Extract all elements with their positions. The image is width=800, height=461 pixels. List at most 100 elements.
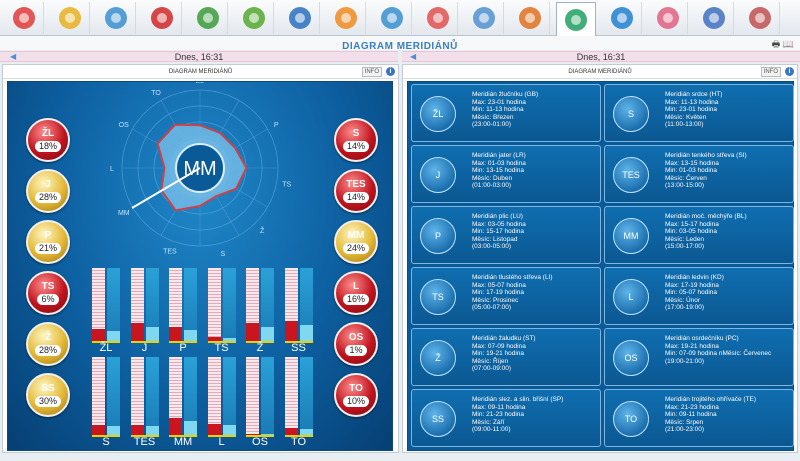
meridian-badge-right[interactable]: TO 10% bbox=[334, 373, 378, 417]
meridian-card-line: Max: 21-23 hodina bbox=[665, 403, 719, 411]
energy-bar-red-fill bbox=[207, 424, 221, 435]
statistics-tool-button[interactable] bbox=[694, 2, 734, 34]
meridian-card[interactable]: S Meridián srdce (HT) Max: 11-13 hodina Min… bbox=[604, 84, 794, 142]
meridian-badge-left[interactable]: J 28% bbox=[26, 169, 70, 213]
meridian-card-text: Meridián tlustého střeva (LI) Max: 05-07 … bbox=[472, 274, 553, 312]
heart-icon bbox=[12, 7, 35, 29]
meridian-card-line: Meridián ledvin (KD) bbox=[665, 274, 724, 281]
app-window: DIAGRAM MERIDIÁNŮ 🖶 📖 ◀ Dnes, 16:31 ◀ Dn… bbox=[0, 0, 800, 461]
meridian-card-line: Meridián žlučníku (GB) bbox=[472, 91, 539, 98]
print-icon[interactable]: 🖶 bbox=[772, 39, 781, 49]
meridian-card-text: Meridián plic (LU) Max: 03-05 hodina Min: … bbox=[472, 213, 526, 251]
badge-tool-button[interactable] bbox=[740, 2, 780, 34]
pie-chart-icon bbox=[334, 7, 357, 29]
badge-percent: 21% bbox=[34, 243, 61, 254]
meridian-card-line: Max: 17-19 hodina bbox=[665, 281, 719, 289]
meridian-card[interactable]: MM Meridián moč. měchýře (BL) Max: 15-17 h… bbox=[604, 206, 794, 264]
meridian-card-line: Měsíc: Duben bbox=[472, 174, 513, 182]
meridian-card[interactable]: TS Meridián tlustého střeva (LI) Max: 05-0… bbox=[411, 267, 601, 325]
bottom-bar-pair bbox=[284, 357, 315, 437]
meridian-card[interactable]: ŽL Meridián žlučníku (GB) Max: 23-01 hodin… bbox=[411, 84, 601, 142]
meridian-card-line: Meridián jater (LR) bbox=[472, 152, 526, 159]
om-tool-button[interactable] bbox=[510, 2, 550, 34]
bar-chart-icon bbox=[150, 7, 173, 29]
meridian-badge-right[interactable]: TES 14% bbox=[334, 169, 378, 213]
diagram-area: MMŽLPTSŽSTESMMLOSTO ŽL18%J28%P21%TS6%Ž28… bbox=[7, 81, 393, 451]
wheel-label: TO bbox=[151, 90, 161, 97]
meridian-card-line: Max: 23-01 hodina bbox=[472, 98, 526, 106]
bar-label: OS bbox=[252, 436, 268, 448]
meridian-badge-left[interactable]: ŽL 18% bbox=[26, 118, 70, 162]
badge-percent: 28% bbox=[34, 192, 61, 203]
meridian-card[interactable]: OS Meridián osrdečníku (PC) Max: 19-21 hod… bbox=[604, 328, 794, 386]
bar-label: Ž bbox=[256, 342, 264, 354]
meridian-card-line: Měsíc: Září bbox=[472, 418, 505, 426]
badge-percent: 16% bbox=[342, 294, 369, 305]
energy-bar-blue bbox=[299, 357, 313, 435]
meridian-badge-left[interactable]: SS 30% bbox=[26, 373, 70, 417]
sun-tool-button[interactable] bbox=[50, 2, 90, 34]
meridian-card-text: Meridián ledvin (KD) Max: 17-19 hodina Min… bbox=[665, 274, 724, 312]
energy-bar-blue bbox=[184, 268, 197, 341]
meridian-badge-right[interactable]: MM 24% bbox=[334, 220, 378, 264]
arrow-right-icon[interactable]: ◀ bbox=[410, 52, 416, 62]
bar-label: TO bbox=[290, 436, 307, 448]
meridian-badge-left[interactable]: TS 6% bbox=[26, 271, 70, 315]
book-icon[interactable]: 📖 bbox=[783, 39, 794, 49]
panel-header: DIAGRAM MERIDIÁNŮ INFO i bbox=[3, 65, 398, 79]
meridian-card-line: Meridián tlustého střeva (LI) bbox=[472, 274, 553, 281]
badge-percent: 18% bbox=[34, 141, 61, 152]
pie-chart-tool-button[interactable] bbox=[326, 2, 366, 34]
badge-percent: 24% bbox=[342, 243, 369, 254]
meridian-badge-left[interactable]: Ž 28% bbox=[26, 322, 70, 366]
wheel-label: OS bbox=[119, 122, 129, 129]
meridian-card[interactable]: TES Meridián tenkého střeva (SI) Max: 13-1… bbox=[604, 145, 794, 203]
head-tool-button[interactable] bbox=[464, 2, 504, 34]
wave-tool-button[interactable] bbox=[372, 2, 412, 34]
meridian-card-line: Meridián slez. a slin. břišní (SP) bbox=[472, 396, 564, 403]
star-tool-button[interactable] bbox=[602, 2, 642, 34]
meridian-badge-right[interactable]: L 16% bbox=[334, 271, 378, 315]
meridian-card-line: Min: 23-01 hodina bbox=[665, 106, 718, 114]
statistics-icon bbox=[702, 7, 725, 29]
star-icon bbox=[610, 7, 633, 29]
date-bar-left: ◀ Dnes, 16:31 bbox=[0, 51, 398, 62]
meridian-card[interactable]: P Meridián plic (LU) Max: 03-05 hodina Min:… bbox=[411, 206, 601, 264]
meridian-card[interactable]: SS Meridián slez. a slin. břišní (SP) Max:… bbox=[411, 389, 601, 447]
meridian-card-text: Meridián jater (LR) Max: 01-03 hodina Min:… bbox=[472, 152, 526, 190]
globe-tool-button[interactable] bbox=[280, 2, 320, 34]
arrow-left-icon[interactable]: ◀ bbox=[10, 52, 16, 62]
om-icon bbox=[518, 7, 541, 29]
energy-bar-blue-fill bbox=[184, 421, 197, 435]
heart-tool-button[interactable] bbox=[4, 2, 44, 34]
info-button[interactable]: INFO bbox=[361, 67, 382, 77]
meridian-badge-left[interactable]: P 21% bbox=[26, 220, 70, 264]
energy-bar-blue bbox=[107, 268, 120, 341]
wheel-label: L bbox=[110, 166, 114, 173]
info-icon[interactable]: i bbox=[386, 67, 395, 76]
meridian-card[interactable]: Ž Meridián žaludku (ST) Max: 07-09 hodina M… bbox=[411, 328, 601, 386]
bar-chart-tool-button[interactable] bbox=[142, 2, 182, 34]
leaf-tool-button[interactable] bbox=[234, 2, 274, 34]
info-button[interactable]: INFO bbox=[760, 67, 781, 77]
meridian-card-line: Měsíc: Říjen bbox=[472, 357, 509, 365]
top-bar-pair bbox=[246, 268, 276, 343]
grid-tool-button[interactable] bbox=[96, 2, 136, 34]
pentagon-tool-button[interactable] bbox=[648, 2, 688, 34]
badge-percent: 14% bbox=[342, 192, 369, 203]
meridian-badge-right[interactable]: OS 1% bbox=[334, 322, 378, 366]
meridian-card[interactable]: TO Meridián trojitého ohřívače (TE) Max: 2… bbox=[604, 389, 794, 447]
yin-yang-tool-button[interactable] bbox=[556, 2, 596, 36]
meridian-card[interactable]: J Meridián jater (LR) Max: 01-03 hodina Min… bbox=[411, 145, 601, 203]
meridian-card-line: Max: 07-09 hodina bbox=[472, 342, 526, 350]
energy-bar-blue bbox=[261, 357, 274, 435]
meridian-icon: S bbox=[613, 96, 649, 132]
meridian-card-text: Meridián žlučníku (GB) Max: 23-01 hodina M… bbox=[472, 91, 538, 129]
meridian-badge-right[interactable]: S 14% bbox=[334, 118, 378, 162]
meridian-card[interactable]: L Meridián ledvin (KD) Max: 17-19 hodina Mi… bbox=[604, 267, 794, 325]
meridian-card-line: Měsíc: Prosinec bbox=[472, 296, 519, 304]
info-icon[interactable]: i bbox=[785, 67, 794, 76]
wheel-label: P bbox=[274, 122, 279, 129]
molecule-tool-button[interactable] bbox=[188, 2, 228, 34]
color-bars-tool-button[interactable] bbox=[418, 2, 458, 34]
